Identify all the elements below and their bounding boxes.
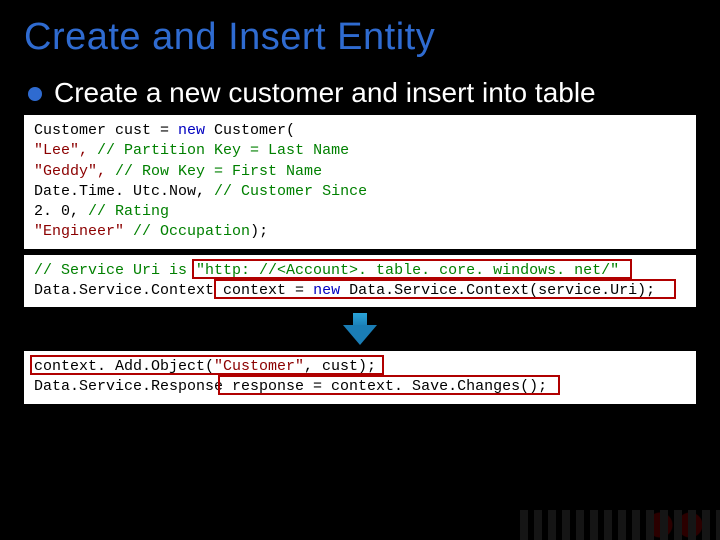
bullet-text: Create a new customer and insert into ta…	[54, 77, 596, 109]
code-text: Data.Service.Response	[34, 378, 223, 395]
code-spacer	[106, 163, 115, 180]
code-text: Date.Time. Utc.Now,	[34, 183, 205, 200]
code-comment: // Row Key = First Name	[115, 163, 322, 180]
code-text: );	[250, 223, 268, 240]
code-string: "Geddy",	[34, 163, 106, 180]
code-text: 2. 0,	[34, 203, 79, 220]
code-spacer	[79, 203, 88, 220]
bullet-item: Create a new customer and insert into ta…	[0, 59, 720, 109]
code-string: "Customer"	[214, 358, 304, 375]
code-keyword: new	[178, 122, 205, 139]
code-keyword: new	[313, 282, 340, 299]
code-text: context =	[214, 282, 313, 299]
code-text: Data.Service.Context(service.Uri);	[340, 282, 655, 299]
code-comment: // Partition Key = Last Name	[97, 142, 349, 159]
code-text: , cust);	[304, 358, 376, 375]
down-arrow-icon	[0, 313, 720, 345]
code-comment: // Service Uri is	[34, 262, 196, 279]
code-text: context. Add.Object(	[34, 358, 214, 375]
code-text: Customer(	[205, 122, 295, 139]
code-comment: // Occupation	[133, 223, 250, 240]
footer-decoration	[520, 510, 720, 540]
code-text: Data.Service.Context	[34, 282, 214, 299]
code-string: "Lee",	[34, 142, 88, 159]
bullet-icon	[28, 87, 42, 101]
code-spacer	[205, 183, 214, 200]
code-spacer	[88, 142, 97, 159]
code-spacer	[124, 223, 133, 240]
code-text: response = context. Save.Changes();	[223, 378, 547, 395]
code-uri-string: "http: //<Account>. table. core. windows…	[196, 262, 619, 279]
code-comment: // Rating	[88, 203, 169, 220]
code-comment: // Customer Since	[214, 183, 367, 200]
code-block-2: // Service Uri is "http: //<Account>. ta…	[24, 255, 696, 308]
code-block-3: context. Add.Object("Customer", cust); D…	[24, 351, 696, 404]
slide-title: Create and Insert Entity	[0, 0, 720, 59]
code-text: Customer cust =	[34, 122, 178, 139]
code-string: "Engineer"	[34, 223, 124, 240]
code-block-1: Customer cust = new Customer( "Lee", // …	[24, 115, 696, 249]
